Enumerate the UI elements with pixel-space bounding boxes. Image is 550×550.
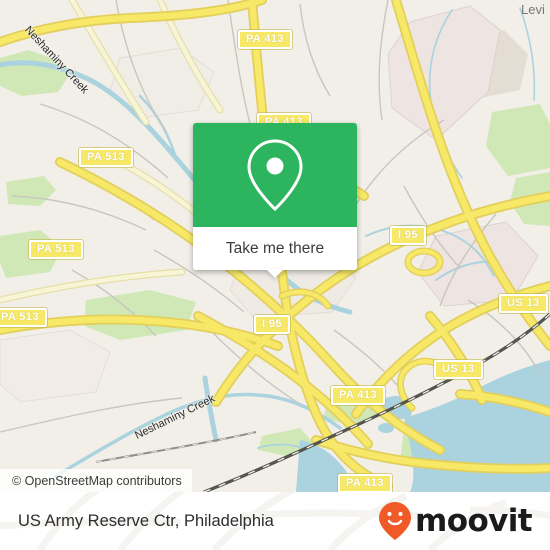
- road-shield-pa-513-west[interactable]: PA 513: [0, 308, 47, 327]
- moovit-smiling-pin-icon: [379, 502, 412, 540]
- road-shield-us-13-east[interactable]: US 13: [499, 294, 548, 313]
- moovit-wordmark: moovit: [415, 502, 533, 539]
- moovit-logo[interactable]: moovit: [378, 501, 533, 541]
- location-popup-card[interactable]: Take me there: [193, 123, 357, 278]
- road-shield-pa-413-south[interactable]: PA 413: [331, 386, 385, 405]
- road-shield-pa-513-north[interactable]: PA 513: [79, 148, 133, 167]
- take-me-there-button[interactable]: Take me there: [193, 227, 357, 270]
- moovit-map-screenshot: PA 413 PA 413 PA 513 PA 513 PA 513 I 95 …: [0, 0, 550, 550]
- popup-image-area: [193, 123, 357, 227]
- osm-attribution[interactable]: © OpenStreetMap contributors: [0, 469, 192, 492]
- popup-pointer-tail: [266, 269, 284, 278]
- osm-attribution-text: © OpenStreetMap contributors: [12, 473, 182, 488]
- road-shield-us-13-south[interactable]: US 13: [434, 360, 483, 379]
- location-title: US Army Reserve Ctr, Philadelphia: [18, 511, 274, 530]
- map-pin-icon: [247, 139, 303, 212]
- road-shield-i-95-center[interactable]: I 95: [254, 315, 290, 334]
- take-me-there-label: Take me there: [225, 239, 325, 257]
- road-shield-i-95-east[interactable]: I 95: [390, 226, 426, 245]
- road-shield-pa-513-mid[interactable]: PA 513: [29, 240, 83, 259]
- map-canvas[interactable]: PA 413 PA 413 PA 513 PA 513 PA 513 I 95 …: [0, 0, 550, 492]
- road-shield-pa-413-north[interactable]: PA 413: [238, 30, 292, 49]
- road-shield-pa-413-bottom[interactable]: PA 413: [338, 474, 392, 492]
- place-label-levittown: Levi: [521, 2, 545, 17]
- footer-bar: US Army Reserve Ctr, Philadelphia moovit: [0, 492, 550, 550]
